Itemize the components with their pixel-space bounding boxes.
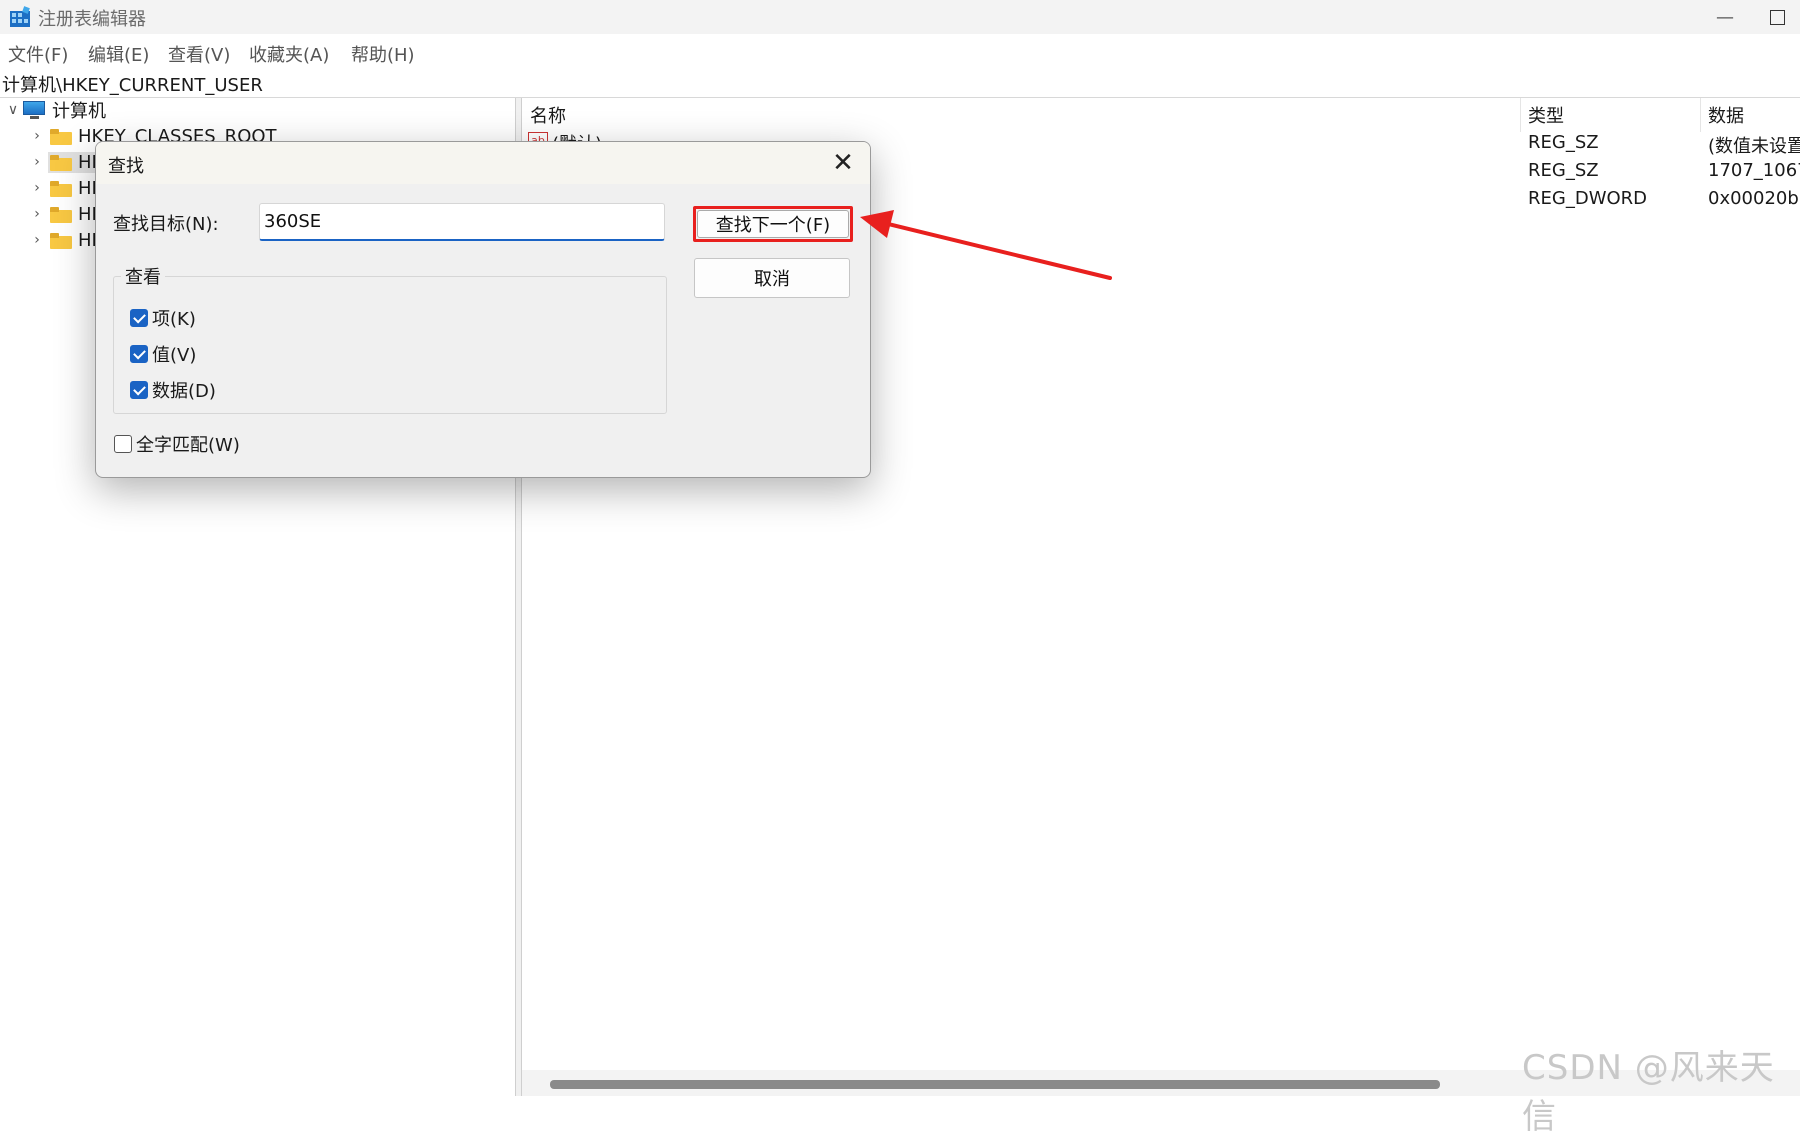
- tree-item-selected-highlight: HI: [48, 151, 99, 173]
- column-header-name[interactable]: 名称: [530, 102, 566, 128]
- find-target-label: 查找目标(N):: [113, 214, 219, 235]
- menu-bar: 文件(F) 编辑(E) 查看(V) 收藏夹(A) 帮助(H): [0, 34, 1800, 68]
- chevron-right-icon[interactable]: ›: [28, 232, 46, 248]
- tree-item-hkey-local-machine[interactable]: › HI: [28, 175, 97, 201]
- menu-favorites[interactable]: 收藏夹(A): [249, 41, 329, 67]
- address-bar[interactable]: 计算机\HKEY_CURRENT_USER: [0, 68, 1800, 98]
- checkbox-checked-icon[interactable]: [130, 345, 148, 363]
- folder-icon: [50, 206, 72, 223]
- horizontal-scrollbar-thumb[interactable]: [550, 1080, 1440, 1089]
- chevron-down-icon[interactable]: ∨: [4, 102, 22, 118]
- find-target-input[interactable]: [259, 203, 665, 241]
- dialog-title: 查找: [108, 156, 144, 177]
- column-divider[interactable]: [1520, 98, 1521, 132]
- address-path[interactable]: 计算机\HKEY_CURRENT_USER: [2, 71, 263, 97]
- chevron-right-icon[interactable]: ›: [28, 154, 46, 170]
- folder-icon: [50, 180, 72, 197]
- tree-item-hkey-current-config[interactable]: › HI: [28, 227, 97, 253]
- checkbox-keys[interactable]: 项(K): [130, 305, 196, 331]
- title-bar: 注册表编辑器 —: [0, 0, 1800, 34]
- chevron-right-icon[interactable]: ›: [28, 206, 46, 222]
- column-header-type[interactable]: 类型: [1528, 102, 1564, 128]
- chevron-right-icon[interactable]: ›: [28, 128, 46, 144]
- checkbox-label: 全字匹配(W): [136, 435, 240, 456]
- cancel-button[interactable]: 取消: [694, 258, 850, 298]
- watermark: CSDN @风来天信: [1522, 1048, 1775, 1137]
- maximize-button[interactable]: [1755, 0, 1800, 34]
- menu-file[interactable]: 文件(F): [8, 41, 68, 67]
- checkbox-values[interactable]: 值(V): [130, 341, 196, 367]
- close-icon: ✕: [832, 148, 854, 178]
- column-header-data[interactable]: 数据: [1708, 102, 1744, 128]
- folder-icon: [50, 232, 72, 249]
- value-type: REG_DWORD: [1528, 188, 1648, 209]
- checkbox-unchecked-icon[interactable]: [114, 435, 132, 453]
- minimize-button[interactable]: —: [1700, 0, 1750, 34]
- tree-item-hkey-users[interactable]: › HI: [28, 201, 97, 227]
- regedit-app-icon: [10, 6, 30, 27]
- checkbox-label: 数据(D): [152, 381, 216, 402]
- column-divider[interactable]: [1700, 98, 1701, 132]
- folder-icon: [50, 154, 72, 171]
- maximize-icon: [1770, 9, 1785, 25]
- window-title: 注册表编辑器: [38, 9, 146, 30]
- find-next-button[interactable]: 查找下一个(F): [697, 210, 849, 238]
- value-data: 1707_1067: [1708, 160, 1800, 181]
- checkbox-label: 项(K): [152, 309, 196, 330]
- computer-icon: [22, 101, 46, 119]
- value-data: (数值未设置: [1708, 136, 1800, 157]
- tree-item-computer[interactable]: ∨ 计算机: [4, 97, 106, 123]
- tree-item-hkey-current-user[interactable]: › HI: [28, 149, 99, 175]
- value-data: 0x00020b3: [1708, 188, 1800, 209]
- value-type: REG_SZ: [1528, 132, 1599, 153]
- folder-icon: [50, 128, 72, 145]
- checkbox-checked-icon[interactable]: [130, 381, 148, 399]
- dialog-title-bar[interactable]: [96, 142, 870, 184]
- checkbox-checked-icon[interactable]: [130, 309, 148, 327]
- tree-item-label: 计算机: [52, 101, 106, 122]
- menu-view[interactable]: 查看(V): [168, 41, 230, 67]
- checkbox-data[interactable]: 数据(D): [130, 377, 216, 403]
- checkbox-label: 值(V): [152, 345, 197, 366]
- look-at-group-label: 查看: [121, 263, 165, 289]
- chevron-right-icon[interactable]: ›: [28, 180, 46, 196]
- menu-edit[interactable]: 编辑(E): [88, 41, 149, 67]
- close-button[interactable]: ✕: [824, 148, 862, 178]
- checkbox-whole-match[interactable]: 全字匹配(W): [114, 431, 240, 457]
- value-type: REG_SZ: [1528, 160, 1599, 181]
- menu-help[interactable]: 帮助(H): [351, 41, 415, 67]
- find-dialog: 查找 ✕ 查找目标(N): 查找下一个(F) 取消 查看 项(K) 值(V) 数…: [95, 141, 871, 478]
- annotation-arrow: [860, 210, 1112, 280]
